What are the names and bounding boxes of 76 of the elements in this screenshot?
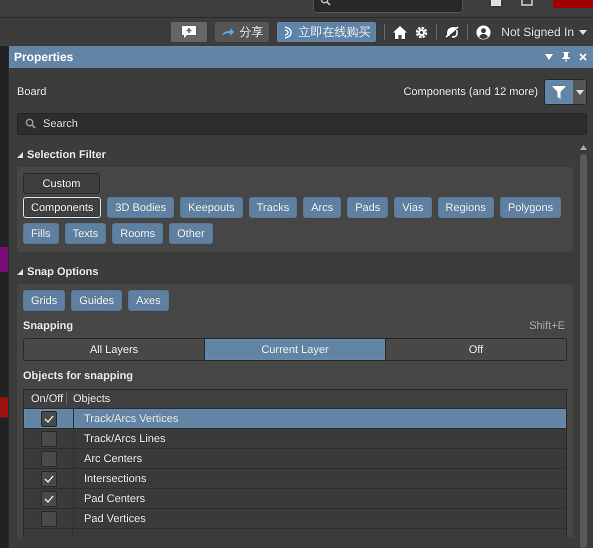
settings-icon[interactable] — [415, 26, 428, 38]
table-cell-text: Intersections — [83, 472, 146, 484]
caret-icon — [576, 90, 584, 94]
table-cell-text: Pad Centers — [83, 492, 146, 504]
filter-toggle[interactable]: Fills — [23, 223, 59, 244]
filter-icon — [552, 86, 566, 98]
checkbox[interactable] — [40, 430, 56, 446]
scroll-up-icon[interactable] — [580, 145, 586, 150]
filter-toggle[interactable]: Regions — [438, 197, 494, 218]
search-field[interactable]: Search — [17, 113, 587, 135]
maximize-icon[interactable] — [521, 0, 533, 6]
account-menu[interactable]: Not Signed In — [499, 25, 589, 39]
table-row[interactable]: Arc Centers — [24, 448, 566, 468]
table-row[interactable]: Intersections — [24, 468, 566, 488]
check-icon — [44, 474, 54, 482]
share-button[interactable]: 分享 — [215, 22, 270, 42]
table-cell-text: Track/Arcs Lines — [83, 432, 166, 444]
filter-toggle[interactable]: Tracks — [248, 197, 298, 218]
filter-toggle[interactable]: Components — [23, 197, 102, 218]
filter-button[interactable] — [545, 80, 573, 104]
context-label: Board — [17, 86, 48, 98]
buy-button[interactable]: 立即在线购买 — [277, 22, 376, 42]
table-row[interactable]: Pad Centers — [24, 488, 566, 508]
checkbox[interactable] — [40, 410, 56, 426]
filter-toggle[interactable]: 3D Bodies — [107, 197, 174, 218]
comment-icon — [181, 25, 198, 39]
objects-label: Objects for snapping — [23, 370, 134, 382]
filter-dropdown[interactable] — [573, 80, 586, 104]
checkbox[interactable] — [40, 510, 56, 526]
table-cell-text: Pad Vertices — [83, 512, 146, 524]
snap-toggle[interactable]: Grids — [23, 290, 66, 311]
search-field[interactable] — [313, 0, 463, 13]
collapse-icon[interactable] — [17, 269, 23, 275]
checkbox[interactable] — [40, 470, 56, 486]
caret-icon — [579, 30, 587, 34]
table-cell-text: Track/Arcs Vertices — [83, 412, 178, 424]
checkbox[interactable] — [40, 490, 56, 506]
scrollbar[interactable] — [579, 145, 587, 548]
filter-toggle[interactable]: Rooms — [112, 223, 164, 244]
filter-toggle[interactable]: Texts — [64, 223, 106, 244]
notifications-off-icon[interactable] — [445, 26, 460, 38]
table-row[interactable]: Pad Vertices — [24, 508, 566, 528]
custom-button[interactable]: Custom — [23, 173, 100, 194]
filter-summary: Components (and 12 more) — [403, 86, 538, 98]
logo-icon — [283, 26, 294, 38]
filter-toggle[interactable]: Vias — [394, 197, 432, 218]
filter-toggle[interactable]: Arcs — [303, 197, 342, 218]
comment-button[interactable] — [171, 22, 208, 42]
section-title: Selection Filter — [27, 149, 106, 161]
close-icon[interactable] — [579, 53, 587, 61]
snapping-option[interactable]: Off — [385, 339, 566, 360]
table-cell-text: Arc Centers — [83, 452, 142, 464]
user-icon[interactable] — [476, 24, 492, 40]
home-icon[interactable] — [393, 26, 408, 38]
filter-toggle[interactable]: Pads — [347, 197, 388, 218]
table-row[interactable]: Track/Arcs Vertices — [24, 408, 566, 428]
check-icon — [44, 494, 54, 502]
collapse-icon[interactable] — [17, 152, 23, 158]
shortcut-label: Shift+E — [529, 320, 565, 332]
table-row[interactable]: Track/Arcs Lines — [24, 428, 566, 448]
filter-toggle[interactable]: Other — [169, 223, 213, 244]
snapping-label: Snapping — [23, 320, 74, 332]
dropdown-icon[interactable] — [545, 54, 553, 60]
column-header: Objects — [72, 393, 110, 405]
section-title: Snap Options — [27, 266, 98, 278]
snapping-option[interactable]: Current Layer — [204, 339, 385, 360]
checkbox[interactable] — [40, 450, 56, 466]
column-header: On/Off — [24, 393, 67, 405]
filter-toggle[interactable]: Polygons — [500, 197, 562, 218]
share-icon — [221, 27, 234, 37]
check-icon — [44, 414, 54, 422]
pin-icon[interactable] — [562, 52, 570, 62]
snap-toggle[interactable]: Guides — [71, 290, 122, 311]
filter-toggle[interactable]: Keepouts — [180, 197, 243, 218]
snap-toggle[interactable]: Axes — [128, 290, 169, 311]
panel-title: Properties — [14, 50, 74, 64]
